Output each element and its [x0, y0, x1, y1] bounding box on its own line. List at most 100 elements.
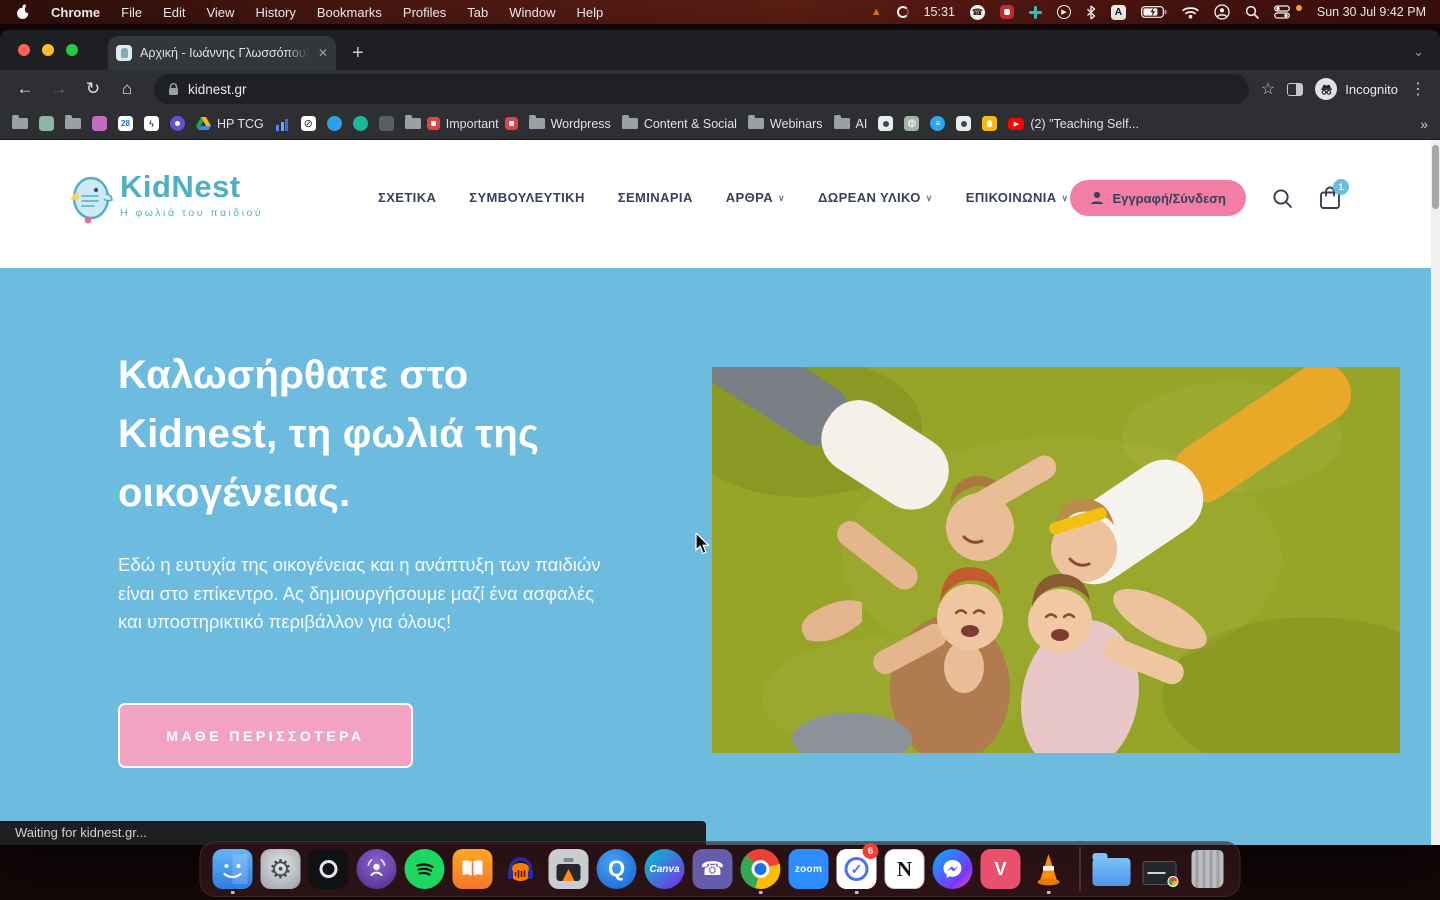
dock-finder[interactable] [211, 845, 255, 893]
bookmark-folder-ai[interactable]: AI [834, 117, 868, 131]
apple-menu-icon[interactable] [16, 4, 30, 20]
menu-view[interactable]: View [206, 5, 234, 20]
chart-bookmark-icon[interactable] [275, 116, 290, 131]
chrome-window: Αρχική - Ιωάννης Γλωσσόπουλ ✕ + ⌄ ← → ↻ … [0, 30, 1440, 845]
nav-sxetika[interactable]: ΣΧΕΤΙΚΑ [378, 190, 436, 205]
bookmark-icon[interactable] [878, 116, 893, 131]
battery-icon[interactable] [1141, 4, 1167, 20]
bookmark-icon[interactable] [39, 116, 54, 131]
scrollbar-thumb[interactable] [1432, 145, 1439, 209]
menubar-app-name[interactable]: Chrome [51, 5, 100, 20]
bookmark-icon[interactable] [327, 116, 342, 131]
reload-button[interactable]: ↻ [78, 74, 108, 104]
tab-close-icon[interactable]: ✕ [318, 46, 328, 60]
dock-trash[interactable] [1186, 845, 1230, 893]
playback-status-icon[interactable]: ▶ [1057, 5, 1071, 19]
dock-quicktime[interactable]: Q [595, 845, 639, 893]
dock-audacity[interactable] [499, 845, 543, 893]
menu-help[interactable]: Help [577, 5, 604, 20]
bookmark-star-icon[interactable]: ☆ [1261, 79, 1275, 99]
dock-messenger[interactable] [931, 845, 975, 893]
user-account-icon[interactable] [1214, 4, 1230, 20]
wifi-icon[interactable] [1182, 4, 1199, 20]
dock-downloads-folder[interactable] [1090, 845, 1134, 893]
calendar-bookmark-icon[interactable]: 28 [118, 116, 133, 131]
new-tab-button[interactable]: + [352, 43, 364, 63]
dock-zoom[interactable]: zoom [787, 845, 831, 893]
cart-button[interactable]: 1 [1319, 186, 1341, 210]
bookmark-folder[interactable] [12, 118, 28, 129]
bookmark-icon[interactable] [353, 116, 368, 131]
bookmark-icon[interactable] [956, 116, 971, 131]
health-plus-icon[interactable] [1029, 4, 1042, 20]
bookmark-icon[interactable] [982, 116, 997, 131]
bookmark-icon[interactable]: ≡ [930, 116, 945, 131]
tab-search-chevron-icon[interactable]: ⌄ [1413, 44, 1424, 60]
dock-canva[interactable]: Canva [643, 845, 687, 893]
nav-epikoinonia[interactable]: ΕΠΙΚΟΙΝΩΝΙΑ∨ [966, 190, 1069, 205]
bookmark-icon[interactable]: ◍ [904, 116, 919, 131]
bookmark-icon[interactable]: ϟ [144, 116, 159, 131]
menu-history[interactable]: History [255, 5, 295, 20]
bookmark-icon[interactable] [92, 116, 107, 131]
dock-spotify[interactable] [403, 845, 447, 893]
address-bar[interactable]: kidnest.gr [154, 74, 1249, 104]
home-button[interactable]: ⌂ [112, 74, 142, 104]
bookmark-folder-important[interactable]: Important [405, 117, 518, 131]
dock-vlc[interactable] [1027, 845, 1071, 893]
zoom-window-button[interactable] [66, 44, 78, 56]
bookmark-folder-content-social[interactable]: Content & Social [622, 117, 737, 131]
dock-screen-recorder[interactable] [307, 845, 351, 893]
page-scrollbar[interactable] [1431, 140, 1440, 845]
recorder-status-icon[interactable] [1000, 5, 1014, 19]
dock-fireplace[interactable] [547, 845, 591, 893]
nav-symvouleytiki[interactable]: ΣΥΜΒΟΥΛΕΥΤΙΚΗ [469, 190, 584, 205]
menu-tab[interactable]: Tab [467, 5, 488, 20]
forward-button[interactable]: → [44, 74, 74, 104]
dock-chrome[interactable] [739, 845, 783, 893]
bookmark-folder-wordpress[interactable]: Wordpress [529, 117, 611, 131]
vlc-status-icon[interactable]: ▲ [871, 4, 882, 20]
menu-bookmarks[interactable]: Bookmarks [317, 5, 382, 20]
bluetooth-icon[interactable] [1086, 4, 1096, 20]
menu-file[interactable]: File [121, 5, 142, 20]
learn-more-button[interactable]: ΜΑΘΕ ΠΕΡΙΣΣΟΤΕΡΑ [118, 703, 413, 768]
side-panel-icon[interactable] [1287, 83, 1303, 96]
search-icon[interactable] [1272, 188, 1293, 209]
menu-profiles[interactable]: Profiles [403, 5, 446, 20]
dock-minimized-window[interactable] [1138, 845, 1182, 893]
dock-viber[interactable]: ☎ [691, 845, 735, 893]
bookmark-folder[interactable] [65, 118, 81, 129]
minimize-window-button[interactable] [42, 44, 54, 56]
bookmark-icon[interactable] [379, 116, 394, 131]
key-bookmark-icon[interactable] [170, 116, 185, 131]
control-center-icon[interactable] [1274, 4, 1290, 20]
input-source-icon[interactable]: A [1111, 5, 1126, 20]
menu-edit[interactable]: Edit [163, 5, 185, 20]
chrome-menu-icon[interactable]: ⋮ [1410, 79, 1426, 99]
bookmarks-overflow-icon[interactable]: » [1420, 116, 1428, 132]
dock-books[interactable] [451, 845, 495, 893]
bookmark-folder-webinars[interactable]: Webinars [748, 117, 823, 131]
spotlight-icon[interactable] [1245, 4, 1259, 20]
nav-seminaria[interactable]: ΣΕΜΙΝΑΡΙΑ [618, 190, 693, 205]
viber-status-icon[interactable]: ☎ [970, 5, 985, 20]
nav-arthra[interactable]: ΑΡΘΡΑ∨ [726, 190, 785, 205]
dock-creator-app[interactable]: V [979, 845, 1023, 893]
dock-podcasts[interactable] [355, 845, 399, 893]
browser-tab[interactable]: Αρχική - Ιωάννης Γλωσσόπουλ ✕ [108, 36, 336, 70]
close-window-button[interactable] [18, 44, 30, 56]
bookmark-icon[interactable]: ⊘ [301, 116, 316, 131]
menubar-clock[interactable]: Sun 30 Jul 9:42 PM [1317, 5, 1426, 19]
back-button[interactable]: ← [10, 74, 40, 104]
dock-notion[interactable]: N [883, 845, 927, 893]
signup-login-button[interactable]: Εγγραφή/Σύνδεση [1070, 180, 1246, 216]
menu-window[interactable]: Window [509, 5, 555, 20]
nav-dorean-yliko[interactable]: ΔΩΡΕΑΝ ΥΛΙΚΟ∨ [818, 190, 933, 205]
dock-ticktick[interactable]: 6 ✓ [835, 845, 879, 893]
bookmark-hp-tcg[interactable]: HP TCG [196, 117, 264, 131]
bookmark-youtube[interactable]: ▶ (2) "Teaching Self... [1008, 117, 1139, 131]
timer-ring-icon[interactable] [897, 4, 909, 20]
dock-system-settings[interactable]: ⚙ [259, 845, 303, 893]
site-logo[interactable]: KidNest Η φωλιά του παιδιού [68, 170, 263, 226]
